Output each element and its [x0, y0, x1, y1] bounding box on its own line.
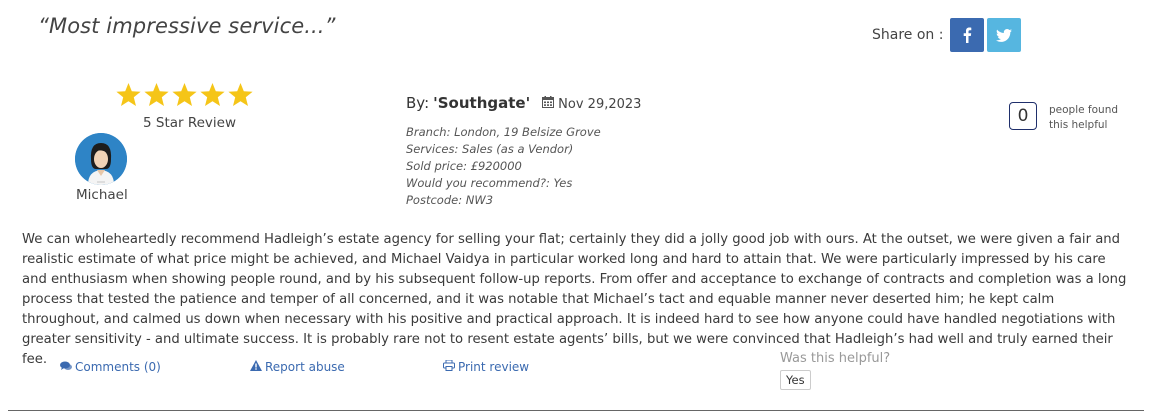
print-review-link[interactable]: Print review	[443, 359, 530, 374]
report-abuse-link[interactable]: Report abuse	[250, 360, 345, 374]
helpful-text-line1: people found	[1049, 104, 1119, 116]
comments-label: Comments (0)	[75, 360, 161, 374]
print-icon	[443, 359, 458, 374]
review-body: We can wholeheartedly recommend Hadleigh…	[22, 232, 1127, 367]
author-name: 'Southgate'	[433, 94, 531, 112]
helpful-count-label: people found this helpful	[1049, 103, 1139, 133]
rating-caption: 5 Star Review	[143, 115, 237, 131]
star-icon	[115, 82, 142, 109]
review-date-wrap: Nov 29,2023	[542, 96, 641, 112]
comments-link[interactable]: Comments (0)	[60, 360, 161, 374]
detail-recommend: Would you recommend?: Yes	[406, 176, 573, 190]
facebook-icon	[962, 27, 972, 43]
calendar-icon	[542, 96, 558, 112]
star-rating	[115, 82, 254, 109]
detail-branch: Branch: London, 19 Belsize Grove	[406, 125, 601, 139]
person-avatar-icon	[75, 133, 127, 185]
star-icon	[199, 82, 226, 109]
by-label: By:	[406, 94, 430, 112]
detail-services: Services: Sales (as a Vendor)	[406, 142, 574, 156]
helpful-text-line2: this helpful	[1049, 119, 1108, 131]
helpful-yes-button[interactable]: Yes	[780, 370, 811, 390]
comments-icon	[60, 360, 75, 374]
was-helpful-label: Was this helpful?	[780, 351, 891, 366]
twitter-share-button[interactable]	[987, 18, 1022, 52]
facebook-share-button[interactable]	[950, 18, 985, 52]
review-headline: “Most impressive service...”	[38, 14, 336, 38]
share-bar: Share on :	[872, 18, 1022, 52]
twitter-icon	[996, 28, 1013, 42]
detail-postcode: Postcode: NW3	[406, 193, 494, 207]
helpful-count-badge: 0	[1009, 102, 1037, 130]
review-byline: By: 'Southgate' Nov 29,2023	[406, 94, 641, 112]
star-icon	[143, 82, 170, 109]
detail-sold-price: Sold price: £920000	[406, 159, 522, 173]
review-details: Branch: London, 19 Belsize Grove Service…	[406, 124, 601, 209]
warning-icon	[250, 360, 265, 374]
share-label: Share on :	[872, 27, 944, 43]
print-label: Print review	[458, 360, 530, 374]
reviewer-name: Michael	[76, 187, 128, 203]
divider	[8, 410, 1144, 411]
star-icon	[171, 82, 198, 109]
star-icon	[227, 82, 254, 109]
review-date: Nov 29,2023	[558, 96, 642, 112]
report-label: Report abuse	[265, 360, 345, 374]
